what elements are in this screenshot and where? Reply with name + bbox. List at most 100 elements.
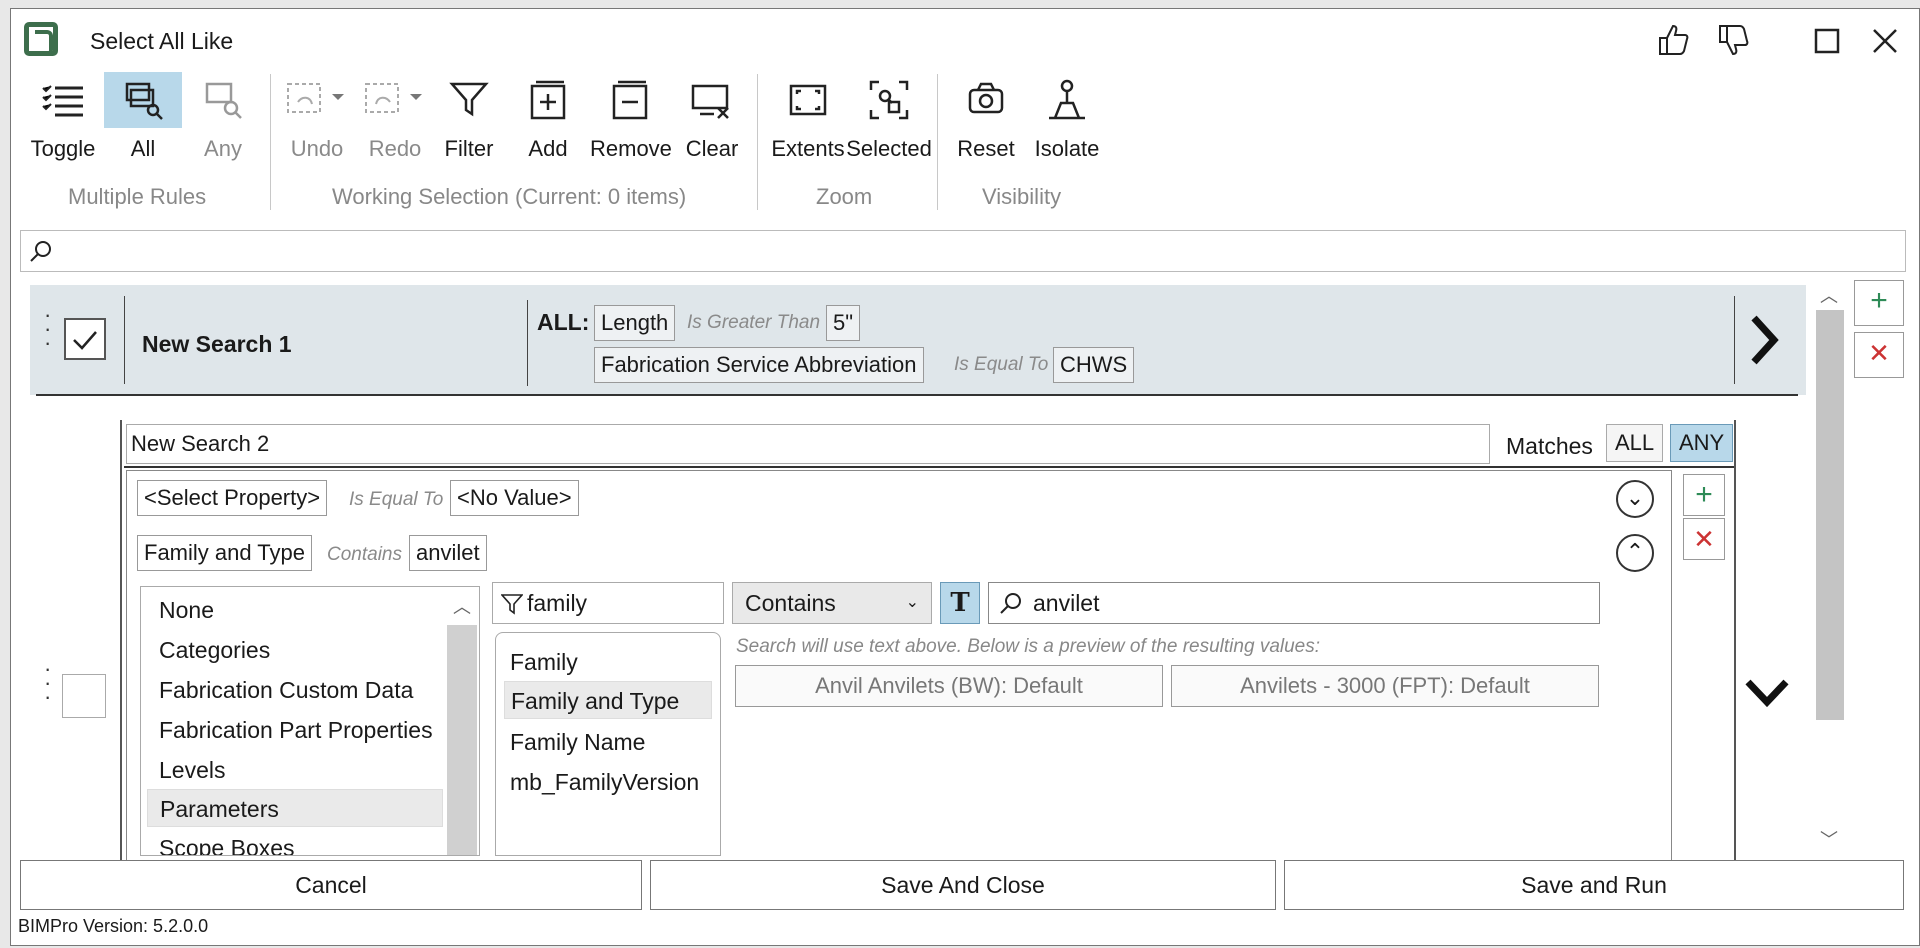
list-item[interactable]: None bbox=[147, 591, 214, 629]
scroll-up-icon[interactable]: ︿ bbox=[1820, 282, 1838, 308]
preview-value[interactable]: Anvil Anvilets (BW): Default bbox=[735, 665, 1163, 707]
thumbs-up-icon[interactable] bbox=[1656, 22, 1692, 58]
close-icon[interactable] bbox=[1866, 22, 1902, 58]
condition-value[interactable]: <No Value> bbox=[450, 480, 579, 516]
maximize-icon[interactable] bbox=[1808, 22, 1844, 58]
version-label: BIMPro Version: 5.2.0.0 bbox=[18, 916, 209, 936]
save-and-close-button[interactable]: Save And Close bbox=[650, 860, 1276, 910]
extents-button[interactable]: Extents bbox=[770, 72, 846, 172]
rule-2-underline bbox=[124, 466, 1734, 468]
filter-button[interactable]: Filter bbox=[440, 72, 498, 172]
category-list[interactable]: None Categories Fabrication Custom Data … bbox=[140, 586, 480, 856]
drag-handle-icon[interactable]: · · · bbox=[44, 304, 51, 354]
rule-2-checkbox[interactable] bbox=[62, 674, 106, 718]
list-item-selected[interactable]: Parameters bbox=[147, 789, 443, 827]
group-label-visibility: Visibility bbox=[982, 184, 1062, 209]
remove-icon bbox=[612, 80, 648, 120]
filter-icon bbox=[501, 594, 523, 615]
divider bbox=[527, 300, 528, 386]
list-item[interactable]: Levels bbox=[147, 751, 225, 789]
scrollbar-thumb[interactable] bbox=[1816, 310, 1844, 720]
select-any-icon bbox=[205, 82, 242, 119]
condition-property[interactable]: Length bbox=[594, 305, 676, 341]
list-item[interactable]: Scope Boxes bbox=[147, 829, 295, 855]
window-title: Select All Like bbox=[90, 28, 234, 54]
condition-value[interactable]: CHWS bbox=[1053, 347, 1135, 383]
list-item[interactable]: Family bbox=[498, 643, 578, 681]
cancel-button[interactable]: Cancel bbox=[20, 860, 642, 910]
collapse-chevron-down-icon[interactable] bbox=[1742, 672, 1792, 717]
condition-operator: Is Equal To bbox=[349, 489, 444, 510]
divider bbox=[1734, 296, 1735, 384]
condition-property[interactable]: Fabrication Service Abbreviation bbox=[594, 347, 924, 383]
isolate-icon bbox=[1049, 79, 1085, 120]
parameter-filter-input[interactable]: family bbox=[492, 582, 724, 624]
operator-select[interactable]: Contains ⌄ bbox=[732, 582, 932, 624]
match-any-toggle[interactable]: ANY bbox=[1670, 424, 1734, 462]
condition-property[interactable]: <Select Property> bbox=[137, 480, 328, 516]
condition-value[interactable]: anvilet bbox=[409, 535, 487, 571]
delete-condition-button[interactable]: ✕ bbox=[1683, 518, 1725, 560]
select-all-icon bbox=[125, 82, 163, 120]
redo-button[interactable]: Redo bbox=[360, 72, 430, 172]
list-scrollbar[interactable] bbox=[447, 625, 477, 855]
condition-operator: Is Equal To bbox=[954, 354, 1049, 375]
list-item[interactable]: Fabrication Custom Data bbox=[147, 671, 413, 709]
ribbon-separator bbox=[270, 74, 271, 210]
preview-value[interactable]: Anvilets - 3000 (FPT): Default bbox=[1171, 665, 1599, 707]
scroll-down-icon[interactable]: ﹀ bbox=[1820, 826, 1838, 852]
undo-button[interactable]: Undo bbox=[282, 72, 352, 172]
list-icon bbox=[42, 85, 83, 117]
remove-button[interactable]: Remove bbox=[590, 72, 672, 172]
delete-rule-button[interactable]: ✕ bbox=[1854, 332, 1904, 378]
ribbon-separator bbox=[757, 74, 758, 210]
add-rule-button[interactable]: + bbox=[1854, 280, 1904, 326]
selected-button[interactable]: Selected bbox=[846, 72, 932, 172]
redo-icon bbox=[365, 83, 422, 113]
all-button[interactable]: All bbox=[104, 72, 182, 172]
thumbs-down-icon[interactable] bbox=[1716, 22, 1752, 58]
app-logo-icon bbox=[24, 22, 58, 56]
add-condition-button[interactable]: + bbox=[1683, 474, 1725, 516]
group-label-multiple-rules: Multiple Rules bbox=[68, 184, 207, 209]
condition-value[interactable]: 5" bbox=[826, 305, 861, 341]
extents-icon bbox=[789, 84, 827, 116]
add-icon bbox=[530, 80, 566, 120]
group-label-working-selection: Working Selection (Current: 0 items) bbox=[332, 184, 687, 209]
rule-1-checkbox[interactable] bbox=[64, 318, 106, 360]
group-label-zoom: Zoom bbox=[816, 184, 873, 209]
rule-2-name-input[interactable]: New Search 2 bbox=[126, 424, 1490, 464]
condition-operator: Is Greater Than bbox=[687, 312, 821, 333]
condition-operator: Contains bbox=[327, 544, 402, 565]
drag-handle-icon[interactable]: · · · bbox=[44, 658, 51, 708]
zoom-selected-icon bbox=[869, 80, 909, 120]
reset-view-icon bbox=[968, 82, 1004, 114]
add-button[interactable]: Add bbox=[520, 72, 576, 172]
scroll-up-icon[interactable]: ︿ bbox=[453, 593, 471, 619]
save-and-run-button[interactable]: Save and Run bbox=[1284, 860, 1904, 910]
match-all-toggle[interactable]: ALL bbox=[1606, 424, 1664, 462]
reset-button[interactable]: Reset bbox=[956, 72, 1016, 172]
parameter-list[interactable]: Family Family and Type Family Name mb_Fa… bbox=[495, 632, 721, 856]
condition-property[interactable]: Family and Type bbox=[137, 535, 313, 571]
list-item[interactable]: Categories bbox=[147, 631, 270, 669]
list-item[interactable]: mb_FamilyVersion bbox=[498, 763, 699, 801]
divider bbox=[124, 296, 125, 384]
toggle-button[interactable]: Toggle bbox=[28, 72, 98, 172]
scrollbar[interactable]: ︿ ﹀ bbox=[1816, 280, 1844, 854]
list-item-selected[interactable]: Family and Type bbox=[504, 681, 712, 719]
move-down-icon[interactable]: ⌄ bbox=[1616, 480, 1654, 518]
text-mode-toggle-icon[interactable]: T bbox=[940, 582, 980, 624]
any-button[interactable]: Any bbox=[188, 72, 258, 172]
clear-button[interactable]: Clear bbox=[684, 72, 740, 172]
move-up-icon[interactable]: ⌃ bbox=[1616, 534, 1654, 572]
checkmark-icon bbox=[73, 331, 97, 350]
preview-hint: Search will use text above. Below is a p… bbox=[736, 636, 1321, 657]
isolate-button[interactable]: Isolate bbox=[1032, 72, 1102, 172]
value-search-input[interactable]: anvilet bbox=[988, 582, 1600, 624]
list-item[interactable]: Family Name bbox=[498, 723, 645, 761]
search-icon bbox=[1000, 593, 1021, 614]
expand-chevron-right-icon[interactable] bbox=[1744, 310, 1784, 375]
search-input[interactable] bbox=[20, 230, 1906, 272]
list-item[interactable]: Fabrication Part Properties bbox=[147, 711, 433, 749]
